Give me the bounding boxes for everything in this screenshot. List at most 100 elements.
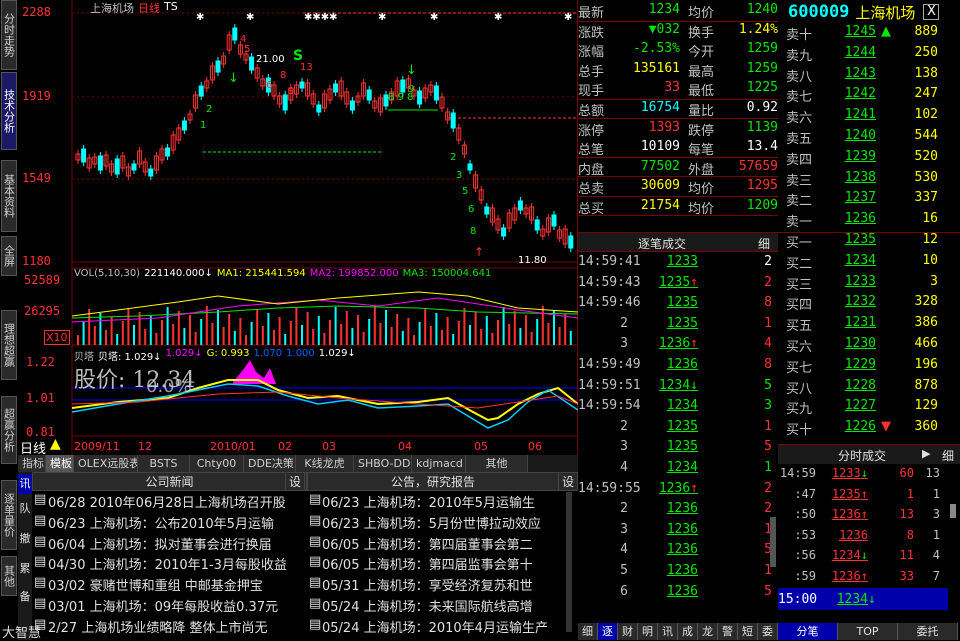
tick-tab[interactable]: 委	[758, 623, 778, 640]
minute-price: 1236↑	[831, 569, 868, 583]
vol-scale-button[interactable]: X10	[44, 330, 70, 345]
company-news-item[interactable]: 2/27 上海机场业绩略降 整体上市尚无	[48, 617, 306, 638]
company-news-item[interactable]: 03/02 豪赌世博和重组 中邮基金押宝	[48, 575, 306, 596]
order-book-row[interactable]: 卖八 1243 138	[778, 66, 960, 87]
news-side-tab[interactable]: 撤	[18, 530, 32, 546]
news-side-tab[interactable]: 累	[18, 560, 32, 576]
order-book-row[interactable]: 卖五 1240 544	[778, 128, 960, 149]
tick-tab[interactable]: 讯	[658, 623, 678, 640]
announcement-item[interactable]: 06/23 上海机场：5月份世博拉动效应	[322, 513, 566, 534]
price-label-3: 1549	[22, 171, 51, 185]
company-news-item[interactable]: 04/30 上海机场：2010年1-3月每股收益	[48, 554, 306, 575]
order-book-row[interactable]: 买五 1231 386	[778, 315, 960, 336]
announcement-item[interactable]: 06/23 上海机场：2010年5月运输生	[322, 492, 566, 513]
tab-fullscreen[interactable]: 全屏	[1, 236, 17, 276]
tick-tab[interactable]: 警	[718, 623, 738, 640]
order-book-row[interactable]: 买四 1232 328	[778, 294, 960, 315]
order-book-row[interactable]: 买七 1229 196	[778, 357, 960, 378]
tick-tab[interactable]: 成	[678, 623, 698, 640]
order-book-row[interactable]: 买三 1233 3	[778, 274, 960, 295]
svg-text:✱: ✱	[564, 12, 572, 23]
ftick-tab[interactable]: 分笔	[778, 623, 838, 640]
order-book-row[interactable]: 卖九 1244 250	[778, 45, 960, 66]
indicator-tab[interactable]: 其他	[466, 455, 528, 472]
tab-other[interactable]: 其他	[1, 556, 17, 596]
quote-row: 涨幅 -2.53% 今开 1259	[578, 41, 778, 60]
order-book-row[interactable]: 卖三 1238 530	[778, 170, 960, 191]
indicator-tabs: 指标 模板 OLEX远股表 BSTS Chty00 DDE决策 K线龙虎 SHBO-DDE kd…	[18, 455, 578, 472]
up-arrow-icon: ↑	[860, 569, 868, 583]
tick-scrollbar[interactable]	[770, 517, 776, 567]
minute-price: 1235↑	[831, 486, 868, 501]
ftick-scrollbar[interactable]	[950, 504, 956, 518]
indicator-tab[interactable]: BSTS	[138, 455, 190, 472]
ftick-detail-button[interactable]: 细	[942, 447, 954, 464]
tab-fundamentals[interactable]: 基本资料	[1, 160, 17, 232]
order-book-row[interactable]: 卖六 1241 102	[778, 107, 960, 128]
company-news-item[interactable]: 06/28 2010年06月28日上海机场召开股	[48, 492, 306, 513]
ftick-tab[interactable]: 委托	[898, 623, 958, 640]
order-book-row[interactable]: 买二 1234 10	[778, 253, 960, 274]
order-book-row[interactable]: 买十 1226 ▼ 360	[778, 419, 960, 440]
order-book-row[interactable]: 买八 1228 878	[778, 378, 960, 399]
kline-chart-panel[interactable]: S ↓ ↓ ↑ 4 5 6 8 9 13 2 1 9 2 3 5 6 8 8 9…	[18, 0, 578, 457]
announcements-settings-button[interactable]: 设	[558, 472, 578, 491]
order-book-row[interactable]: 卖七 1242 247	[778, 86, 960, 107]
tab-ideal-super[interactable]: 理想超赢	[1, 310, 17, 380]
tick-detail-button[interactable]: 细	[758, 235, 770, 252]
company-news-item[interactable]: 03/01 上海机场：09年每股收益0.37元	[48, 596, 306, 617]
company-news-item[interactable]: 06/04 上海机场：拟对董事会进行换届	[48, 534, 306, 555]
quote-row: 涨跌 ▼032 换手 1.24%	[578, 22, 778, 41]
ftick-tab[interactable]: TOP	[838, 623, 898, 640]
news-side-tab[interactable]: 备	[18, 588, 32, 604]
news-side-tab[interactable]: 讯	[18, 474, 32, 494]
tick-row: 3 1236 1	[578, 522, 772, 543]
order-book-row[interactable]: 卖四 1239 520	[778, 149, 960, 170]
company-news-item[interactable]: 06/23 上海机场：公布2010年5月运输	[48, 513, 306, 534]
order-book-row[interactable]: 买九 1227 129	[778, 398, 960, 419]
announcement-item[interactable]: 06/05 上海机场：第四届监事会第十	[322, 554, 566, 575]
close-icon[interactable]: X	[923, 4, 940, 20]
indicator-tab[interactable]: DDE决策	[244, 455, 296, 472]
tab-technical[interactable]: 技术分析	[1, 72, 17, 150]
period-triangle-icon[interactable]: ▲	[50, 436, 61, 452]
last-trade-row[interactable]: 15:00 1234 ↓	[778, 588, 948, 610]
tick-row: 14:59:54 1234 3	[578, 398, 772, 419]
tab-intraday[interactable]: 分时走势	[1, 0, 17, 70]
level-volume: 16	[922, 211, 938, 227]
tab-super-analysis[interactable]: 超赢分析	[1, 396, 17, 464]
company-news-header[interactable]: 公司新闻	[32, 472, 307, 491]
indicator-tab[interactable]: OLEX远股表	[74, 455, 138, 472]
tick-tab[interactable]: 龙	[698, 623, 718, 640]
announcement-item[interactable]: 05/24 上海机场：未来国际航线高增	[322, 596, 566, 617]
order-book-row[interactable]: 卖一 1236 16	[778, 211, 960, 232]
news-side-tab[interactable]: 队	[18, 500, 32, 516]
tick-tab[interactable]: 细	[578, 623, 598, 640]
order-book-row[interactable]: 买六 1230 466	[778, 336, 960, 357]
play-icon[interactable]: ▶	[922, 447, 930, 460]
indicator-tab[interactable]: Chty00	[190, 455, 244, 472]
tick-tab[interactable]: 短	[738, 623, 758, 640]
announcement-item[interactable]: 05/24 上海机场：2010年4月运输生产	[322, 617, 566, 638]
indicator-tab[interactable]: 指标	[18, 455, 46, 472]
tick-tab[interactable]: 财	[618, 623, 638, 640]
indicator-tab[interactable]: kdjmacd	[412, 455, 466, 472]
minute-trades-panel: 分时成交 ▶ 细 14:59 1233↓ 60 13:47 1235↑ 1 1:50 1236…	[778, 444, 960, 640]
announcement-item[interactable]: 05/31 上海机场：享受经济复苏和世	[322, 575, 566, 596]
indicator-tab[interactable]: SHBO-DDE	[354, 455, 412, 472]
order-book-row[interactable]: 卖十 1245 ▲ 889	[778, 24, 960, 45]
order-book-row[interactable]: 卖二 1237 337	[778, 190, 960, 211]
tick-tab[interactable]: 逐	[598, 623, 618, 640]
order-book-row[interactable]: 买一 1235 12	[778, 232, 960, 253]
tick-tab[interactable]: 明	[638, 623, 658, 640]
announcements-header[interactable]: 公告，研究报告	[307, 472, 559, 491]
indicator-tab[interactable]: 模板	[46, 455, 74, 472]
annot-high: 21.00	[256, 54, 285, 65]
news-settings-button[interactable]: 设	[285, 472, 305, 491]
indicator-tab[interactable]: K线龙虎	[296, 455, 354, 472]
left-tab-bar: 分时走势 技术分析 基本资料 全屏 理想超赢 超赢分析 逐单量价 其他	[0, 0, 18, 640]
announcement-item[interactable]: 06/05 上海机场：第四届董事会第二	[322, 534, 566, 555]
quote-label: 涨幅	[578, 45, 605, 61]
tab-tick-volume[interactable]: 逐单量价	[1, 480, 17, 550]
news-scrollbar[interactable]	[566, 492, 572, 632]
